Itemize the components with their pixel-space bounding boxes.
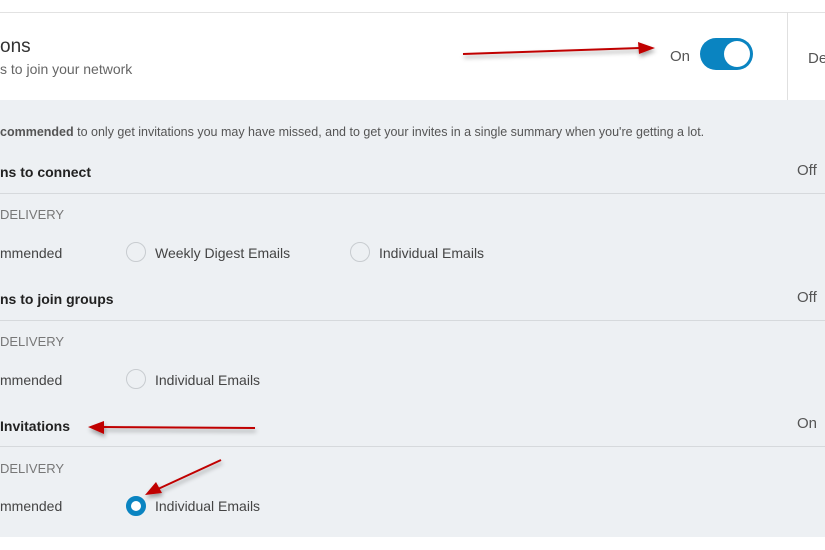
- arrow-to-toggle: [462, 42, 655, 55]
- arrow-to-radio: [145, 459, 222, 495]
- annotation-arrows: [88, 42, 655, 495]
- arrow-to-invitations: [88, 421, 256, 434]
